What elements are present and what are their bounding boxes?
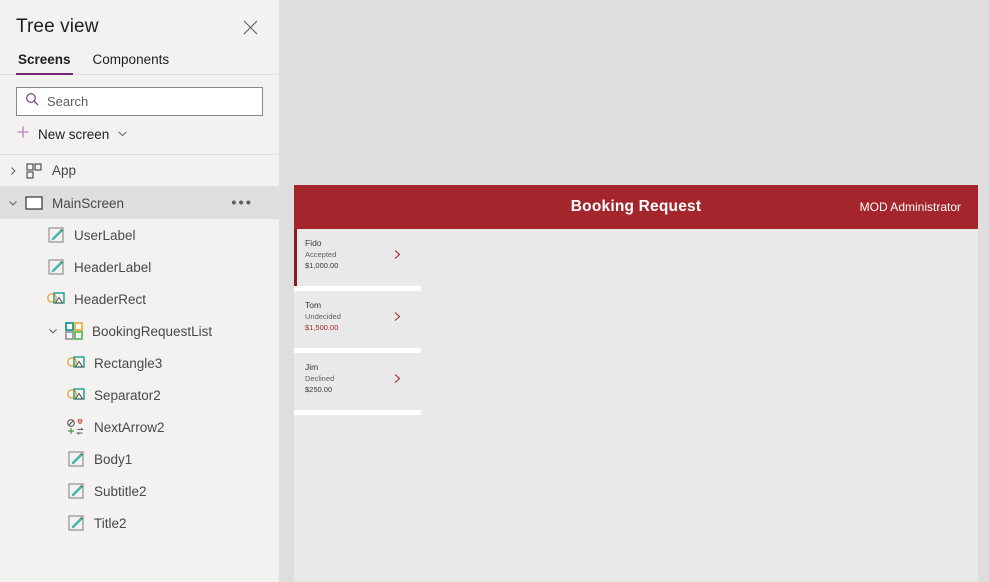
chevron-down-icon[interactable]: [4, 198, 22, 208]
search-box[interactable]: [16, 87, 263, 116]
gallery-item-body: $250.00: [305, 385, 333, 394]
gallery-item-subtitle: Undecided: [305, 312, 341, 321]
gallery-icon: [62, 322, 86, 340]
gallery-item-body: $1,500.00: [305, 323, 339, 332]
search-input[interactable]: [47, 88, 254, 115]
tree-item-label: App: [52, 163, 77, 178]
booking-request-gallery[interactable]: Fido Accepted $1,000.00 Tom Undecided $1…: [294, 229, 421, 415]
tree-item-userlabel[interactable]: UserLabel: [0, 219, 279, 251]
tree-view-tabs: Screens Components: [0, 48, 279, 75]
tree-item-headerrect[interactable]: HeaderRect: [0, 283, 279, 315]
screen-icon: [22, 196, 46, 210]
label-icon: [64, 450, 88, 468]
gallery-item-body: $1,000.00: [305, 261, 339, 270]
gallery-item-title: Tom: [305, 300, 322, 310]
tree-item-subtitle2[interactable]: Subtitle2: [0, 475, 279, 507]
tree-item-app[interactable]: App: [0, 155, 279, 187]
tree-item-bookingrequestlist[interactable]: BookingRequestList: [0, 315, 279, 347]
tree-view-header: Tree view: [0, 0, 279, 48]
gallery-item-title: Jim: [305, 362, 319, 372]
tab-components[interactable]: Components: [91, 48, 172, 74]
gallery-item-text: Fido Accepted $1,000.00: [305, 238, 338, 271]
selection-accent-bar: [294, 229, 297, 286]
label-icon: [44, 258, 68, 276]
app-root: Tree view Screens Components Search New …: [0, 0, 989, 582]
search-container: [0, 75, 279, 116]
shapes-icon: [64, 386, 88, 404]
tree-item-separator2[interactable]: Separator2: [0, 379, 279, 411]
page-title: Tree view: [16, 16, 99, 37]
tree-item-label: UserLabel: [74, 227, 136, 243]
new-screen-button[interactable]: New screen: [0, 116, 279, 154]
gallery-item[interactable]: Jim Declined $250.00: [294, 353, 421, 410]
label-icon: [64, 482, 88, 500]
new-screen-label: New screen: [38, 127, 110, 142]
tree-item-title2[interactable]: Title2: [0, 507, 279, 539]
tree-item-rectangle3[interactable]: Rectangle3: [0, 347, 279, 379]
tree-item-label: Rectangle3: [94, 355, 163, 371]
tree-item-label: NextArrow2: [94, 419, 165, 435]
tab-screens[interactable]: Screens: [16, 48, 73, 75]
label-icon: [64, 514, 88, 532]
app-canvas[interactable]: Booking Request MOD Administrator Fido A…: [294, 185, 978, 582]
tree-item-label: MainScreen: [52, 195, 125, 211]
shapes-icon: [44, 290, 68, 308]
tree-item-nextarrow2[interactable]: NextArrow2: [0, 411, 279, 443]
gallery-item[interactable]: Tom Undecided $1,500.00: [294, 291, 421, 348]
tree-item-list: App MainScreen ••• UserLabel HeaderLabel…: [0, 154, 279, 539]
tree-item-label: Title2: [94, 515, 127, 531]
plus-icon: [16, 125, 30, 144]
app-icon: [22, 163, 46, 179]
tree-item-mainscreen[interactable]: MainScreen •••: [0, 187, 279, 219]
chevron-right-icon[interactable]: [4, 166, 22, 176]
gallery-item-title: Fido: [305, 238, 322, 248]
icons-icon: [64, 418, 88, 436]
tree-item-headerlabel[interactable]: HeaderLabel: [0, 251, 279, 283]
gallery-item-text: Jim Declined $250.00: [305, 362, 334, 395]
chevron-right-icon[interactable]: [393, 249, 402, 263]
search-icon: [25, 92, 39, 111]
more-options-button[interactable]: •••: [231, 196, 253, 211]
close-icon[interactable]: [237, 14, 263, 40]
app-header-bar: Booking Request MOD Administrator: [294, 185, 978, 229]
tree-item-label: BookingRequestList: [92, 323, 213, 339]
tree-view-panel: Tree view Screens Components Search New …: [0, 0, 280, 582]
gallery-item-subtitle: Accepted: [305, 250, 337, 259]
label-icon: [44, 226, 68, 244]
tree-item-label: Body1: [94, 451, 133, 467]
app-header-user: MOD Administrator: [859, 200, 961, 214]
chevron-down-icon[interactable]: [117, 126, 128, 144]
shapes-icon: [64, 354, 88, 372]
tree-item-label: Subtitle2: [94, 483, 147, 499]
chevron-down-icon[interactable]: [44, 326, 62, 336]
tree-item-body1[interactable]: Body1: [0, 443, 279, 475]
gallery-item-text: Tom Undecided $1,500.00: [305, 300, 341, 333]
chevron-right-icon[interactable]: [393, 373, 402, 387]
gallery-item-subtitle: Declined: [305, 374, 335, 383]
tree-item-label: Separator2: [94, 387, 161, 403]
gallery-item[interactable]: Fido Accepted $1,000.00: [294, 229, 421, 286]
gallery-separator: [294, 410, 421, 415]
tree-item-label: HeaderRect: [74, 291, 147, 307]
chevron-right-icon[interactable]: [393, 311, 402, 325]
tree-item-label: HeaderLabel: [74, 259, 152, 275]
